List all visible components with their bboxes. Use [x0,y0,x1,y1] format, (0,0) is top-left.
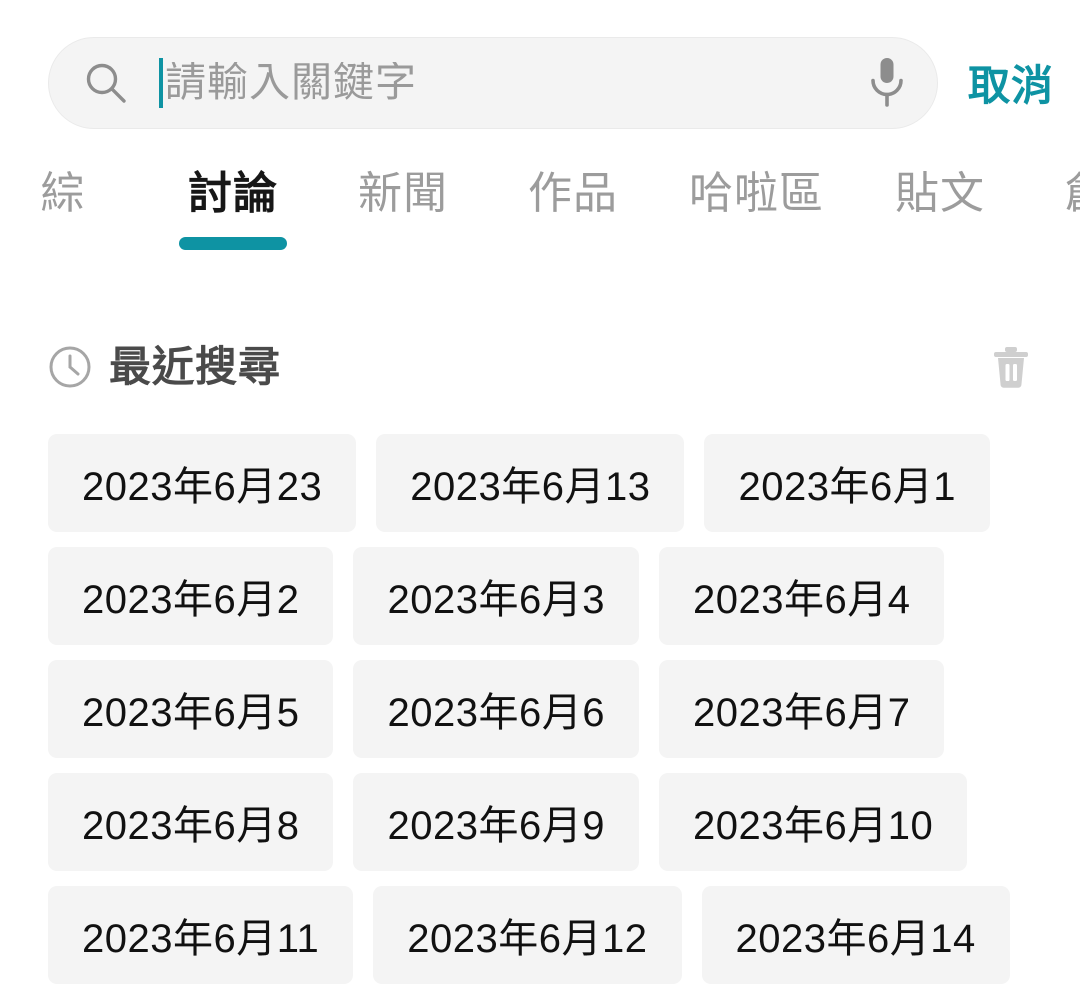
trash-icon[interactable] [990,344,1032,390]
tab-active-underline [1056,237,1080,250]
tab-active-underline [349,237,457,250]
recent-searches-list: 2023年6月23 2023年6月13 2023年6月1 2023年6月2 2023年6… [48,434,1038,987]
recent-search-chip[interactable]: 2023年6月5 [48,660,334,758]
tab-label: 貼文 [895,169,985,218]
recent-search-chip[interactable]: 2023年6月2 [48,547,334,645]
recent-search-chip[interactable]: 2023年6月11 [48,886,354,984]
recent-search-chip[interactable]: 2023年6月10 [658,773,968,871]
recent-search-chip[interactable]: 2023年6月23 [48,434,357,532]
tab-2[interactable]: 新聞 [318,160,488,250]
recent-searches-header: 最近搜尋 [48,338,1032,396]
recent-search-chip[interactable]: 2023年6月6 [353,660,639,758]
search-bar: 請輸入關鍵字 取消 [0,20,1080,145]
tab-4[interactable]: 哈啦區 [658,160,855,250]
chip-row: 2023年6月2 2023年6月3 2023年6月4 [48,547,1038,645]
recent-search-chip[interactable]: 2023年6月8 [48,773,334,871]
recent-search-chip[interactable]: 2023年6月4 [658,547,945,645]
recent-search-chip[interactable]: 2023年6月14 [701,886,1010,984]
tab-bar-track: 綜討論新聞作品哈啦區貼文創作專 [0,160,1080,270]
tab-label: 綜 [40,169,86,218]
recent-search-chip[interactable]: 2023年6月3 [353,547,639,645]
recent-search-chip[interactable]: 2023年6月1 [704,434,990,532]
tab-active-underline [9,237,117,250]
recent-searches-title: 最近搜尋 [109,343,282,390]
recent-search-chip[interactable]: 2023年6月12 [373,886,682,984]
recent-search-chip[interactable]: 2023年6月7 [658,660,945,758]
search-input-container[interactable]: 請輸入關鍵字 [48,36,938,129]
text-caret [159,57,163,108]
tab-bar[interactable]: 綜討論新聞作品哈啦區貼文創作專 [0,160,1080,270]
clock-icon [48,345,92,389]
recent-search-chip[interactable]: 2023年6月9 [353,773,639,871]
tab-label: 作品 [528,169,618,218]
tab-6[interactable]: 創作 [1025,160,1080,250]
tab-active-underline [519,237,627,250]
tab-5[interactable]: 貼文 [855,160,1025,250]
recent-search-chip[interactable]: 2023年6月13 [376,434,685,532]
tab-3[interactable]: 作品 [488,160,658,250]
chip-row: 2023年6月5 2023年6月6 2023年6月7 [48,660,1038,758]
search-input[interactable]: 請輸入關鍵字 [165,62,849,103]
chip-row: 2023年6月8 2023年6月9 2023年6月10 [48,773,1038,871]
tab-label: 新聞 [358,169,448,218]
tab-1[interactable]: 討論 [148,160,318,250]
tab-active-underline [886,237,994,250]
search-screen: 請輸入關鍵字 取消 綜討論新聞作品哈啦區貼文創作專 最近搜尋 [0,0,1080,987]
tab-label: 創作 [1065,168,1080,220]
cancel-button[interactable]: 取消 [964,52,1058,113]
tab-label: 哈啦區 [689,169,824,218]
microphone-icon[interactable] [867,55,907,111]
tab-0[interactable]: 綜 [0,160,148,250]
tab-active-underline [179,236,287,250]
tab-label: 討論 [188,169,278,218]
tab-active-underline [703,237,811,250]
chip-row: 2023年6月23 2023年6月13 2023年6月1 [48,434,1038,532]
chip-row: 2023年6月11 2023年6月12 2023年6月14 [48,886,1038,984]
search-icon [83,60,129,106]
